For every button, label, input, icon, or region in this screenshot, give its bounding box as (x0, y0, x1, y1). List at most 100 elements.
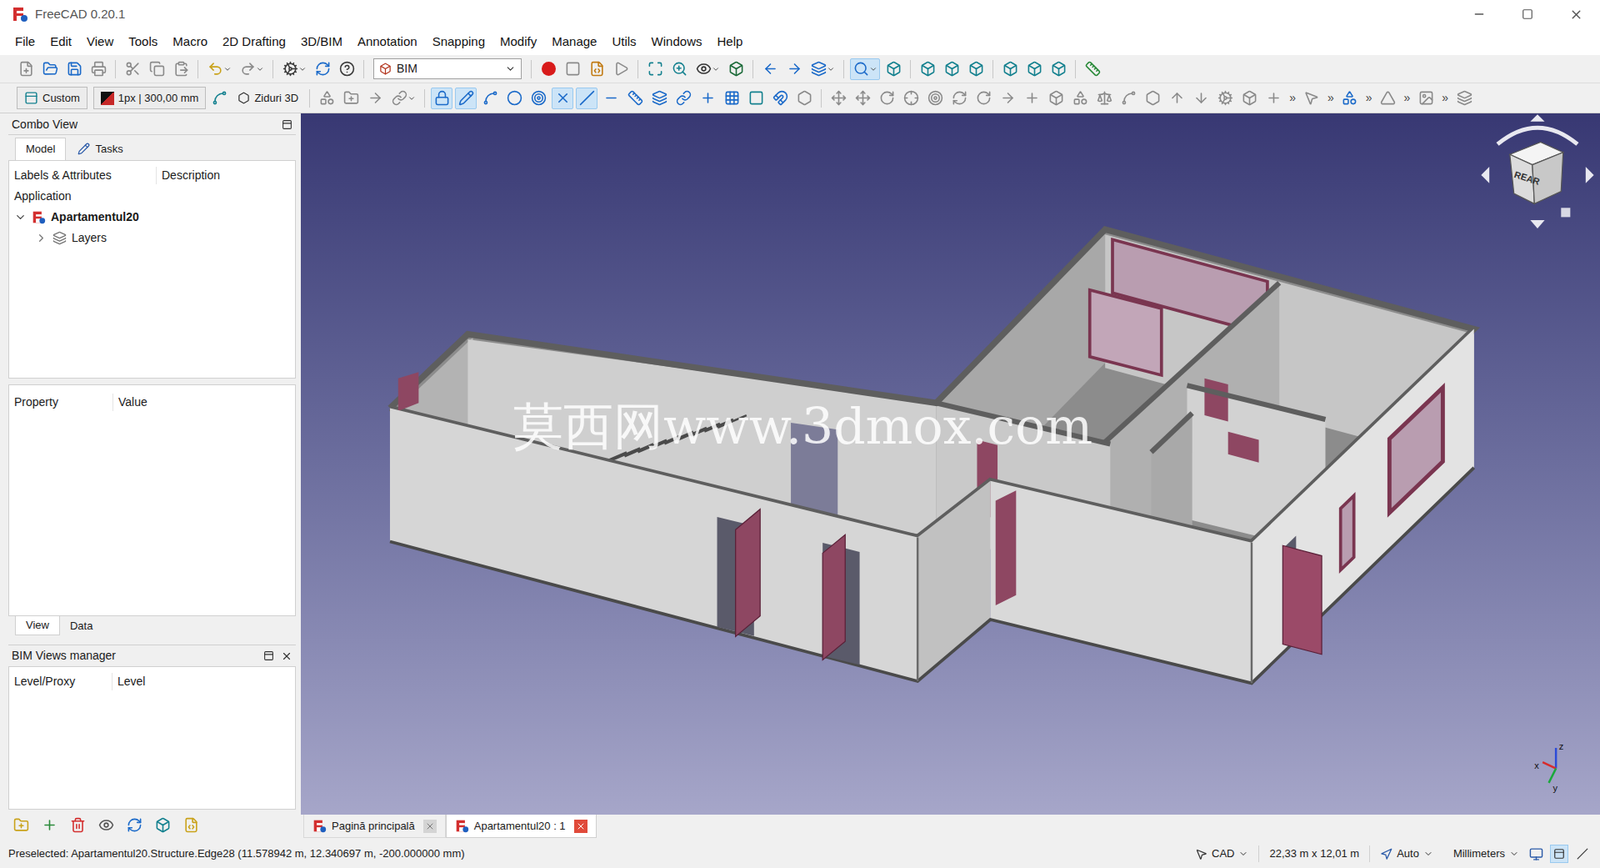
cut[interactable] (121, 58, 144, 80)
snap-toggle[interactable] (648, 87, 670, 110)
menu-item[interactable]: Modify (492, 32, 545, 52)
bounding-box[interactable] (725, 58, 747, 80)
macros[interactable] (585, 58, 608, 80)
layers-tool[interactable] (1453, 87, 1475, 110)
view-stack[interactable] (807, 58, 838, 80)
modify-tool[interactable] (1093, 87, 1115, 110)
snap-toggle[interactable] (430, 87, 453, 110)
close-tab-button[interactable] (574, 819, 588, 833)
modify-tool[interactable] (1141, 87, 1164, 110)
snap-toggle[interactable] (503, 87, 525, 110)
document-tab[interactable]: Pagină principală (303, 814, 446, 838)
save-file[interactable] (63, 58, 85, 80)
snap-toggle[interactable] (769, 87, 791, 110)
close-panel-icon[interactable] (280, 650, 293, 662)
menu-item[interactable]: File (7, 32, 43, 52)
modify-tool[interactable] (851, 87, 874, 110)
whats-this[interactable] (335, 58, 358, 80)
macro-record[interactable] (537, 58, 560, 80)
line-style-button[interactable]: 1px | 300,00 mm (93, 86, 207, 110)
measure[interactable] (1081, 58, 1104, 80)
add-proxy[interactable] (38, 813, 60, 835)
navigation-style[interactable]: CAD (1185, 845, 1259, 862)
menu-item[interactable]: Utils (604, 32, 644, 52)
units-selector[interactable]: Millimeters (1443, 845, 1530, 862)
fit-all[interactable] (644, 58, 666, 80)
annotation-tool[interactable] (1377, 87, 1400, 110)
status-toggle[interactable] (1573, 844, 1592, 863)
working-plane-button[interactable]: Custom (16, 86, 88, 110)
view-isometric[interactable] (882, 58, 905, 80)
refresh[interactable] (311, 58, 334, 80)
isolate-view[interactable] (151, 813, 174, 835)
modify-tool[interactable] (827, 87, 850, 110)
tree-item[interactable]: Layers (9, 227, 295, 249)
menu-item[interactable]: 2D Drafting (215, 32, 294, 52)
undo[interactable] (204, 58, 235, 80)
view-rear[interactable] (999, 58, 1021, 80)
nav-arrow-icon[interactable] (1585, 166, 1595, 184)
menu-item[interactable]: Macro (165, 32, 215, 52)
modify-tool[interactable] (1069, 87, 1091, 110)
select-tool[interactable] (1300, 87, 1323, 110)
document-tab[interactable]: Apartamentul20 : 1 (445, 814, 597, 838)
move-to-group[interactable] (364, 87, 386, 110)
menu-item[interactable]: View (79, 32, 121, 52)
menu-item[interactable]: Manage (544, 32, 605, 52)
toolbar-overflow[interactable]: » (1363, 89, 1375, 107)
modify-tool[interactable] (972, 87, 995, 110)
snap-toggle[interactable] (575, 87, 598, 110)
nav-arrow-icon[interactable] (1530, 220, 1545, 229)
close-tab-button[interactable] (423, 819, 437, 833)
menu-item[interactable]: Snapping (425, 32, 493, 52)
expanded-arrow-icon[interactable] (14, 210, 27, 224)
wall-tool-button[interactable]: Ziduri 3D (232, 86, 304, 110)
close-button[interactable] (1551, 0, 1600, 29)
add-group[interactable] (340, 87, 362, 110)
fit-selection[interactable] (668, 58, 690, 80)
snap-toggle[interactable] (455, 87, 477, 110)
group[interactable] (315, 87, 338, 110)
model-drawing[interactable]: REARzxy (300, 113, 1600, 815)
menu-item[interactable]: Edit (42, 32, 80, 52)
view-front[interactable] (916, 58, 939, 80)
float-panel-icon[interactable] (263, 650, 275, 661)
collapsed-arrow-icon[interactable] (35, 231, 48, 245)
navigation-cube[interactable]: REAR (1480, 114, 1594, 229)
add-level[interactable] (10, 813, 32, 835)
modify-tool[interactable] (900, 87, 922, 110)
view-forward[interactable] (783, 58, 805, 80)
view-bottom[interactable] (1023, 58, 1045, 80)
modify-tool[interactable] (1045, 87, 1067, 110)
menu-item[interactable]: Windows (644, 32, 710, 52)
property-tab[interactable]: Data (60, 615, 103, 635)
toggle-view[interactable] (95, 813, 117, 835)
snap-toggle[interactable] (672, 87, 695, 110)
modify-tool[interactable] (1238, 87, 1260, 110)
modify-tool[interactable] (875, 87, 898, 110)
property-tab[interactable]: View (15, 615, 60, 635)
tree-item[interactable]: Apartamentul20 (9, 206, 295, 228)
toolbar-overflow[interactable]: » (1439, 89, 1451, 107)
delete-view[interactable] (66, 813, 89, 835)
menu-item[interactable]: Tools (120, 32, 165, 52)
construction-mode[interactable] (208, 87, 230, 110)
snap-toggle[interactable] (600, 87, 622, 110)
image-tool[interactable] (1415, 87, 1437, 110)
print[interactable] (87, 58, 110, 80)
copy[interactable] (145, 58, 168, 80)
paste[interactable] (170, 58, 192, 80)
modify-tool[interactable] (996, 87, 1019, 110)
workbench-tools[interactable] (279, 58, 310, 80)
combo-tab[interactable]: Model (15, 137, 66, 160)
toolbar-overflow[interactable]: » (1286, 89, 1299, 107)
snap-toggle[interactable] (696, 87, 719, 110)
toolbar-overflow[interactable]: » (1325, 89, 1337, 107)
modify-tool[interactable] (1190, 87, 1212, 110)
snap-toggle[interactable] (551, 87, 574, 110)
menu-item[interactable]: 3D/BIM (293, 32, 350, 52)
snap-toggle[interactable] (624, 87, 646, 110)
view-right[interactable] (965, 58, 987, 80)
view-left[interactable] (1047, 58, 1070, 80)
snap-toggle[interactable] (793, 87, 815, 110)
